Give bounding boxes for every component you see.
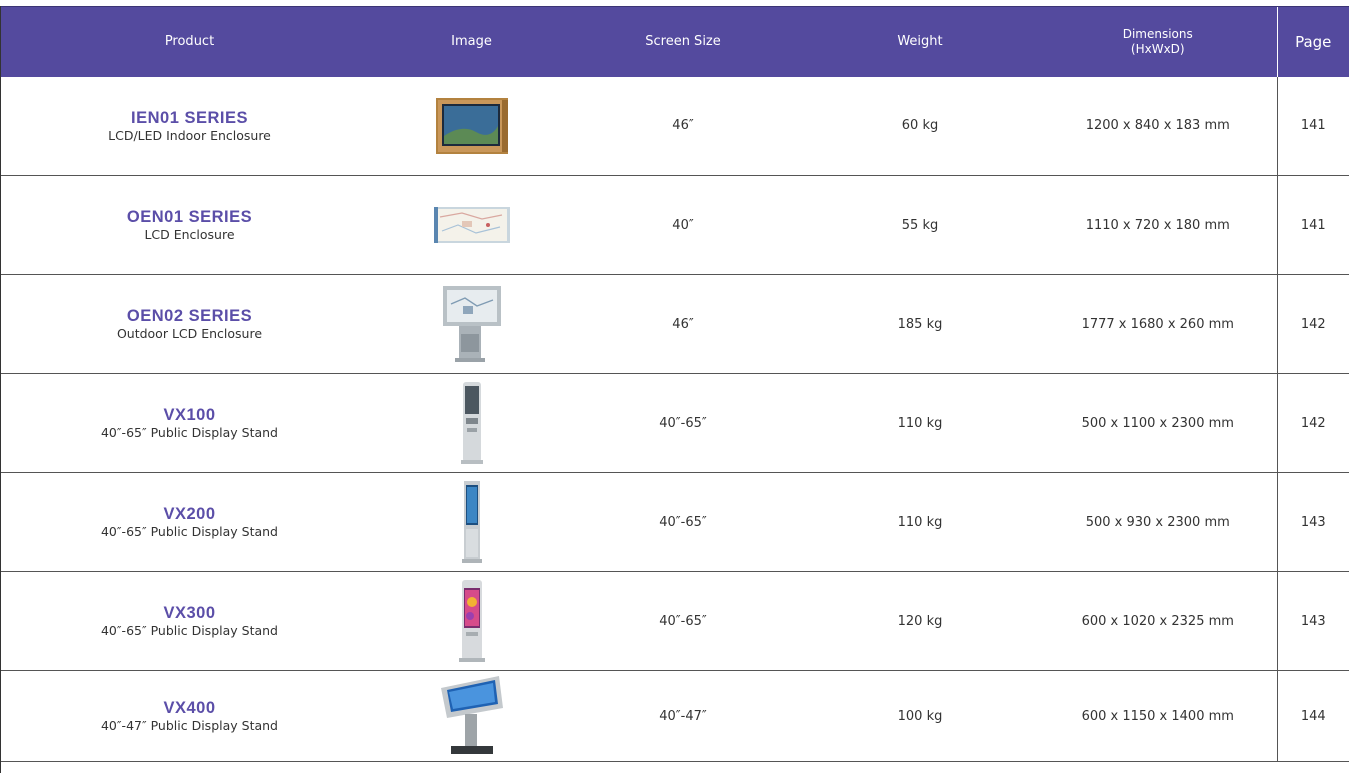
screen-size-cell: 40″-65″ xyxy=(565,373,801,473)
image-cell xyxy=(378,571,565,671)
product-cell: VX400 40″-47″ Public Display Stand xyxy=(1,670,378,762)
colorful-kiosk-icon xyxy=(455,578,489,664)
slim-kiosk-icon xyxy=(457,479,487,565)
product-name: VX300 xyxy=(163,604,216,622)
table-row: VX100 40″-65″ Public Display Stand 40″-6… xyxy=(1,373,1349,473)
header-weight: Weight xyxy=(801,6,1039,77)
table-header-row: Product Image Screen Size Weight Dimensi… xyxy=(1,6,1349,77)
header-image: Image xyxy=(378,6,565,77)
screen-size-cell: 40″-47″ xyxy=(565,670,801,762)
table-row: VX400 40″-47″ Public Display Stand 40″-4… xyxy=(1,670,1349,762)
product-cell: IEN01 SERIES LCD/LED Indoor Enclosure xyxy=(1,76,378,176)
table-row: OEN02 SERIES Outdoor LCD Enclosure 46″ 1… xyxy=(1,274,1349,374)
dimensions-cell: 500 x 1100 x 2300 mm xyxy=(1039,373,1277,473)
product-description: LCD Enclosure xyxy=(144,227,235,242)
header-dimensions-line1: Dimensions xyxy=(1122,26,1193,41)
dimensions-cell: 1110 x 720 x 180 mm xyxy=(1039,175,1277,275)
dimensions-value: 1200 x 840 x 183 mm xyxy=(1085,118,1230,134)
table-row: VX200 40″-65″ Public Display Stand 40″-6… xyxy=(1,472,1349,572)
table-kiosk-icon xyxy=(437,674,507,758)
dimensions-value: 600 x 1150 x 1400 mm xyxy=(1081,708,1234,724)
table-row: IEN01 SERIES LCD/LED Indoor Enclosure 46… xyxy=(1,76,1349,176)
product-name: OEN01 SERIES xyxy=(126,208,253,226)
product-cell: VX200 40″-65″ Public Display Stand xyxy=(1,472,378,572)
header-dimensions-line2: (HxWxD) xyxy=(1130,41,1185,56)
product-name: OEN02 SERIES xyxy=(126,307,253,325)
screen-size-cell: 40″-65″ xyxy=(565,472,801,572)
table-row: OEN01 SERIES LCD Enclosure 40″ 55 kg 111… xyxy=(1,175,1349,275)
header-screen-size: Screen Size xyxy=(565,6,801,77)
product-table-frame: Product Image Screen Size Weight Dimensi… xyxy=(0,6,1349,773)
product-cell: VX300 40″-65″ Public Display Stand xyxy=(1,571,378,671)
page-cell: 142 xyxy=(1276,274,1349,374)
page-cell: 142 xyxy=(1276,373,1349,473)
product-description: 40″-65″ Public Display Stand xyxy=(100,425,278,440)
page-cell: 141 xyxy=(1276,76,1349,176)
page-cell: 141 xyxy=(1276,175,1349,275)
tall-kiosk-icon xyxy=(457,380,487,466)
map-display-enclosure-icon xyxy=(432,203,512,247)
screen-size-cell: 40″-65″ xyxy=(565,571,801,671)
dimensions-cell: 1777 x 1680 x 260 mm xyxy=(1039,274,1277,374)
product-name: VX400 xyxy=(163,699,216,717)
page-cell: 143 xyxy=(1276,571,1349,671)
header-page: Page xyxy=(1276,6,1349,77)
dimensions-cell: 1200 x 840 x 183 mm xyxy=(1039,76,1277,176)
header-product: Product xyxy=(1,6,378,77)
dimensions-value: 500 x 930 x 2300 mm xyxy=(1085,514,1230,530)
product-cell: VX100 40″-65″ Public Display Stand xyxy=(1,373,378,473)
product-description: Outdoor LCD Enclosure xyxy=(116,326,263,341)
image-cell xyxy=(378,274,565,374)
dimensions-cell: 600 x 1020 x 2325 mm xyxy=(1039,571,1277,671)
image-cell xyxy=(378,670,565,762)
product-name: VX200 xyxy=(163,505,216,523)
page-cell: 143 xyxy=(1276,472,1349,572)
dimensions-value: 1110 x 720 x 180 mm xyxy=(1085,217,1230,233)
weight-cell: 60 kg xyxy=(801,76,1039,176)
product-name: IEN01 SERIES xyxy=(131,108,248,127)
dimensions-value: 500 x 1100 x 2300 mm xyxy=(1081,415,1234,431)
wood-framed-display-icon xyxy=(432,96,512,156)
product-description: 40″-65″ Public Display Stand xyxy=(100,623,278,638)
weight-cell: 55 kg xyxy=(801,175,1039,275)
screen-size-cell: 46″ xyxy=(565,274,801,374)
product-name: VX100 xyxy=(163,406,216,424)
screen-size-cell: 40″ xyxy=(565,175,801,275)
header-dimensions: Dimensions (HxWxD) xyxy=(1039,6,1277,77)
dimensions-value: 1777 x 1680 x 260 mm xyxy=(1081,316,1234,332)
image-cell xyxy=(378,472,565,572)
product-cell: OEN02 SERIES Outdoor LCD Enclosure xyxy=(1,274,378,374)
weight-cell: 110 kg xyxy=(801,373,1039,473)
product-table: Product Image Screen Size Weight Dimensi… xyxy=(1,6,1349,762)
weight-cell: 110 kg xyxy=(801,472,1039,572)
dimensions-cell: 500 x 930 x 2300 mm xyxy=(1039,472,1277,572)
image-cell xyxy=(378,76,565,176)
product-description: 40″-65″ Public Display Stand xyxy=(100,524,278,539)
product-cell: OEN01 SERIES LCD Enclosure xyxy=(1,175,378,275)
weight-cell: 120 kg xyxy=(801,571,1039,671)
screen-size-cell: 46″ xyxy=(565,76,801,176)
weight-cell: 185 kg xyxy=(801,274,1039,374)
dimensions-cell: 600 x 1150 x 1400 mm xyxy=(1039,670,1277,762)
image-cell xyxy=(378,373,565,473)
image-cell xyxy=(378,175,565,275)
table-row: VX300 40″-65″ Public Display Stand 40″-6… xyxy=(1,571,1349,671)
weight-cell: 100 kg xyxy=(801,670,1039,762)
page-cell: 144 xyxy=(1276,670,1349,762)
dimensions-value: 600 x 1020 x 2325 mm xyxy=(1081,613,1234,629)
outdoor-display-stand-icon xyxy=(437,284,507,364)
product-description: LCD/LED Indoor Enclosure xyxy=(108,127,271,143)
product-description: 40″-47″ Public Display Stand xyxy=(100,718,278,733)
